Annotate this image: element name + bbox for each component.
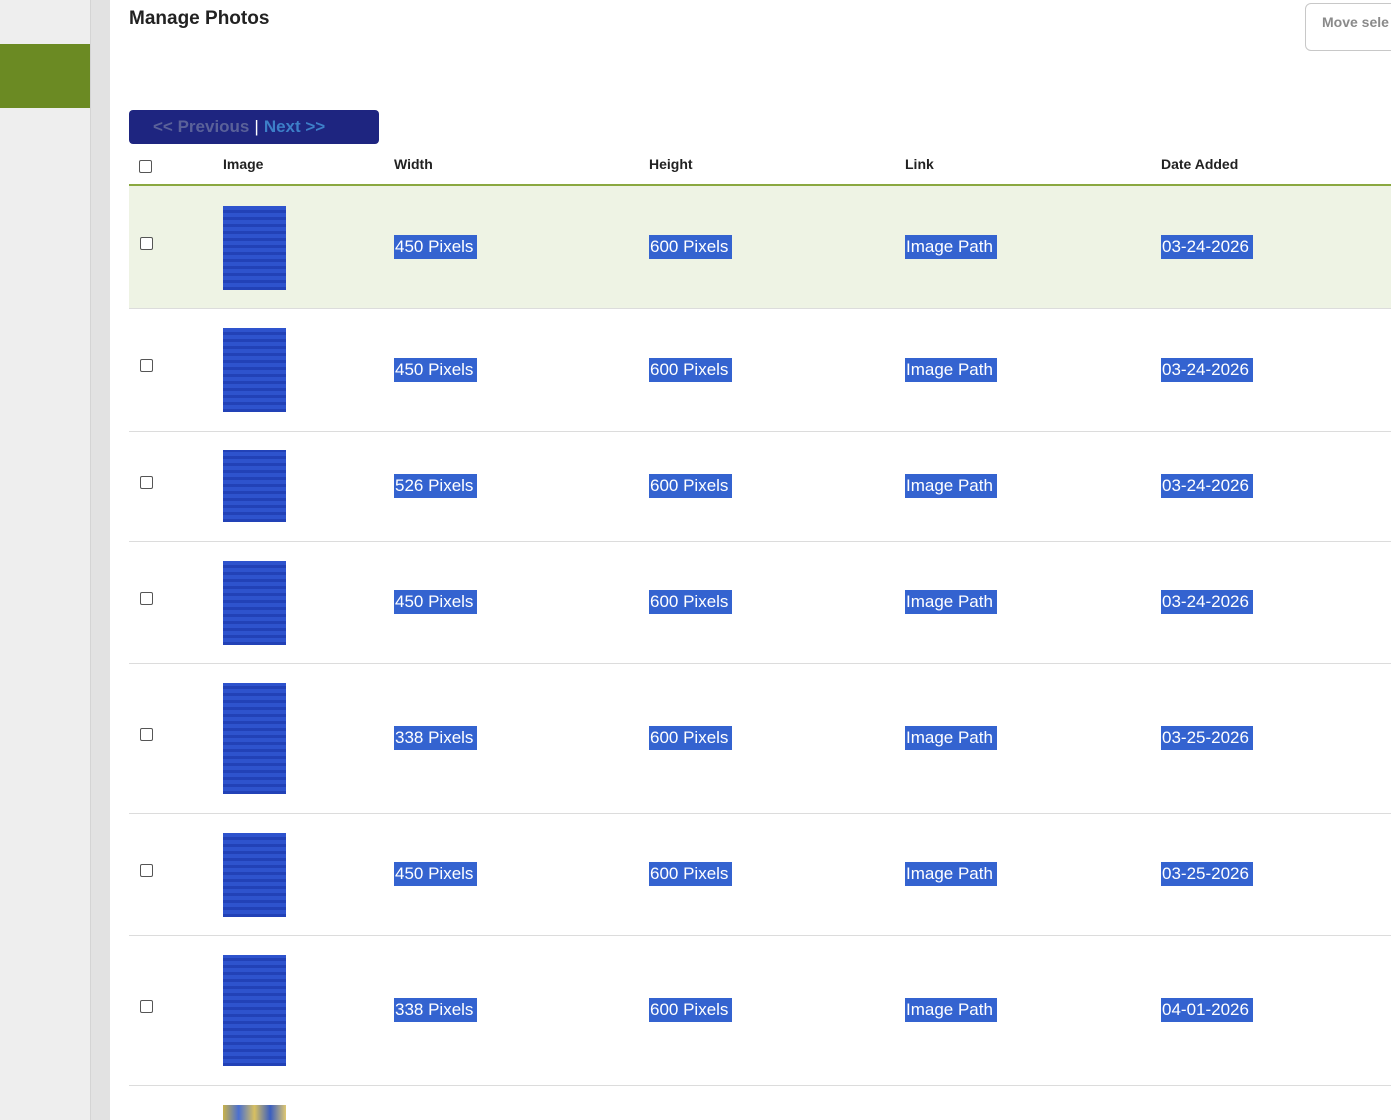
sidebar-divider	[90, 0, 110, 1120]
photo-thumbnail[interactable]	[223, 450, 286, 522]
row-checkbox[interactable]	[140, 237, 153, 250]
height-cell: 600 Pixels	[649, 474, 733, 498]
height-cell: 600 Pixels	[649, 998, 733, 1022]
height-cell: 600 Pixels	[649, 726, 733, 750]
date-added-cell: 03-24-2026	[1161, 358, 1253, 382]
width-cell: 526 Pixels	[394, 474, 478, 498]
previous-link[interactable]: << Previous	[153, 117, 249, 137]
table-row[interactable]: 450 Pixels 600 Pixels Image Path 03-24-2…	[129, 542, 1391, 664]
table-row[interactable]: 450 Pixels 600 Pixels Image Path 03-24-2…	[129, 186, 1391, 309]
pagination: << Previous | Next >>	[129, 110, 379, 144]
image-path-link[interactable]: Image Path	[905, 235, 997, 259]
row-checkbox[interactable]	[140, 359, 153, 372]
width-cell: 338 Pixels	[394, 726, 478, 750]
table-row[interactable]: 338 Pixels 600 Pixels Image Path 03-25-2…	[129, 664, 1391, 814]
row-checkbox[interactable]	[140, 1000, 153, 1013]
height-cell: 600 Pixels	[649, 358, 733, 382]
width-cell: 450 Pixels	[394, 235, 478, 259]
date-added-cell: 03-25-2026	[1161, 726, 1253, 750]
column-header-image: Image	[223, 156, 264, 172]
row-checkbox[interactable]	[140, 592, 153, 605]
next-link[interactable]: Next >>	[264, 117, 325, 137]
image-path-link[interactable]: Image Path	[905, 590, 997, 614]
date-added-cell: 03-24-2026	[1161, 235, 1253, 259]
row-checkbox[interactable]	[140, 864, 153, 877]
row-checkbox[interactable]	[140, 728, 153, 741]
date-added-cell: 04-01-2026	[1161, 998, 1253, 1022]
photo-thumbnail[interactable]	[223, 206, 286, 290]
image-path-link[interactable]: Image Path	[905, 862, 997, 886]
table-row[interactable]: 526 Pixels 600 Pixels Image Path 03-24-2…	[129, 432, 1391, 542]
date-added-cell: 03-25-2026	[1161, 862, 1253, 886]
width-cell: 450 Pixels	[394, 862, 478, 886]
height-cell: 600 Pixels	[649, 862, 733, 886]
width-cell: 450 Pixels	[394, 358, 478, 382]
table-header: Image Width Height Link Date Added	[129, 146, 1391, 186]
photo-thumbnail[interactable]	[223, 955, 286, 1066]
image-path-link[interactable]: Image Path	[905, 726, 997, 750]
active-nav-tab[interactable]	[0, 44, 90, 108]
column-header-height: Height	[649, 156, 693, 172]
photo-thumbnail[interactable]	[223, 683, 286, 794]
date-added-cell: 03-24-2026	[1161, 474, 1253, 498]
image-path-link[interactable]: Image Path	[905, 358, 997, 382]
photo-thumbnail[interactable]	[223, 833, 286, 917]
left-gutter	[0, 0, 90, 1120]
column-header-link: Link	[905, 156, 934, 172]
column-header-width: Width	[394, 156, 433, 172]
table-row[interactable]: 450 Pixels 600 Pixels Image Path 03-24-2…	[129, 309, 1391, 432]
photo-thumbnail[interactable]	[223, 1105, 286, 1120]
select-all-checkbox[interactable]	[139, 160, 152, 173]
move-selected-button[interactable]: Move sele	[1305, 3, 1391, 51]
table-row[interactable]: 450 Pixels 600 Pixels Image Path 03-25-2…	[129, 814, 1391, 936]
width-cell: 338 Pixels	[394, 998, 478, 1022]
width-cell: 450 Pixels	[394, 590, 478, 614]
table-row[interactable]: 338 Pixels 600 Pixels Image Path 04-01-2…	[129, 936, 1391, 1086]
pager-separator: |	[254, 117, 259, 136]
height-cell: 600 Pixels	[649, 590, 733, 614]
photo-thumbnail[interactable]	[223, 328, 286, 412]
image-path-link[interactable]: Image Path	[905, 474, 997, 498]
height-cell: 600 Pixels	[649, 235, 733, 259]
date-added-cell: 03-24-2026	[1161, 590, 1253, 614]
column-header-date-added: Date Added	[1161, 156, 1239, 172]
row-checkbox[interactable]	[140, 476, 153, 489]
photo-thumbnail[interactable]	[223, 561, 286, 645]
image-path-link[interactable]: Image Path	[905, 998, 997, 1022]
page-title: Manage Photos	[129, 8, 270, 29]
